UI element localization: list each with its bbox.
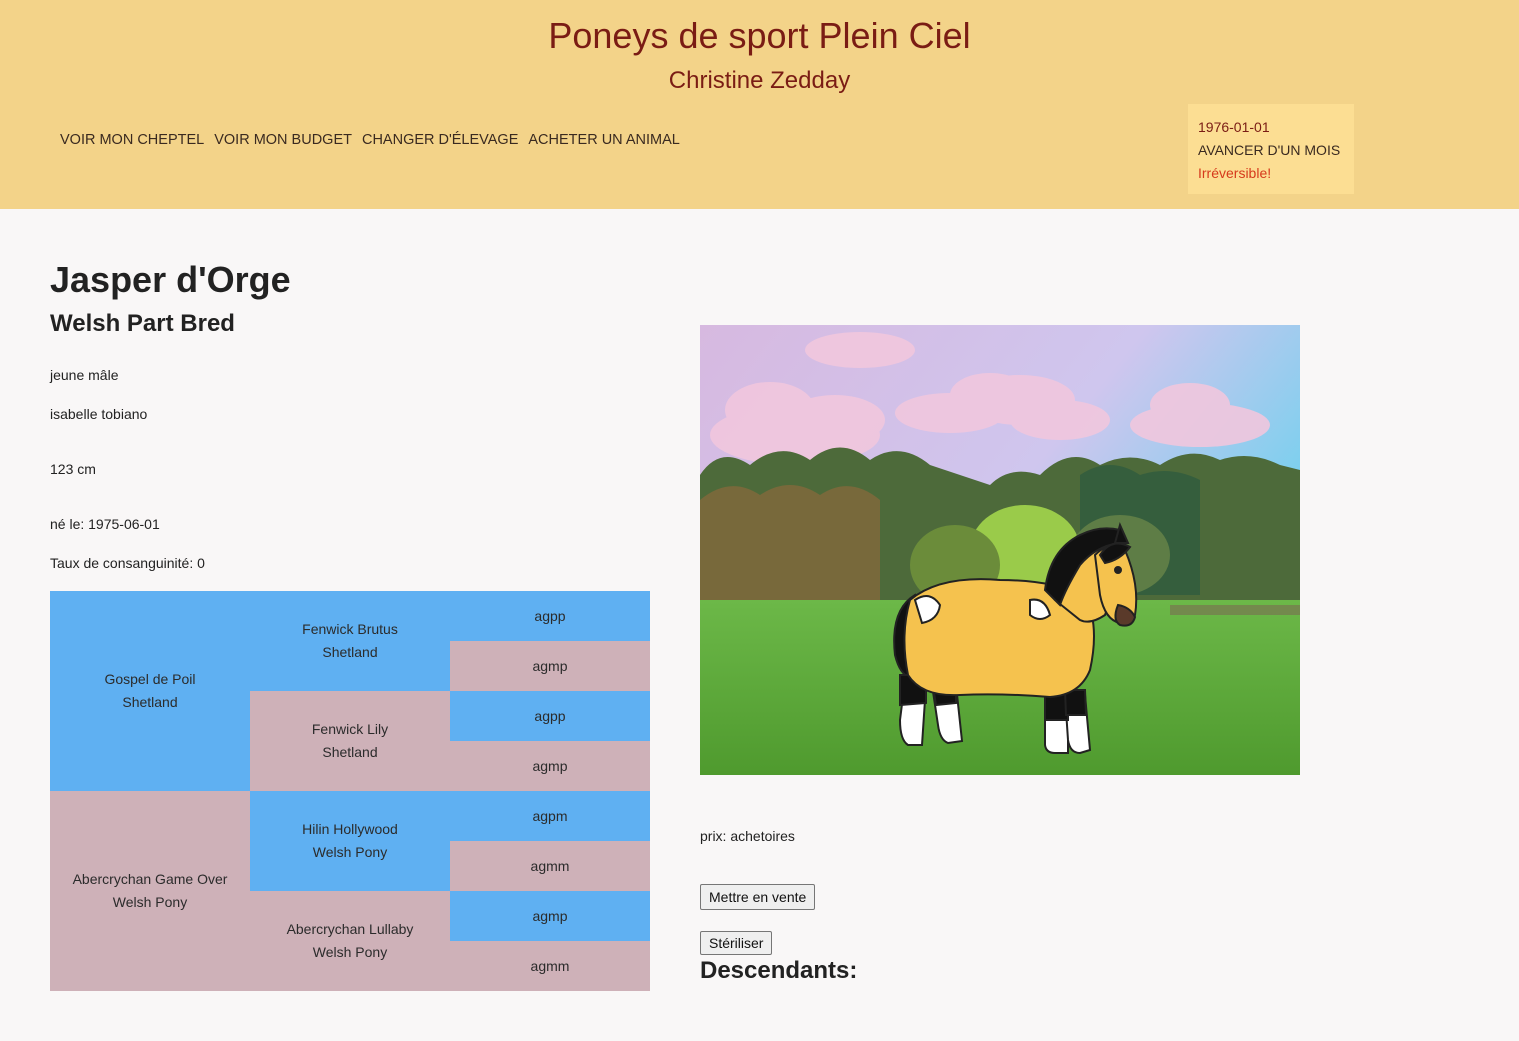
sire-name: Gospel de Poil <box>104 671 196 687</box>
dam-breed: Welsh Pony <box>112 894 188 910</box>
animal-age-sex: jeune mâle <box>50 367 119 383</box>
date-panel: 1976-01-01 AVANCER D'UN MOIS Irréversibl… <box>1188 104 1354 194</box>
put-on-sale-button[interactable]: Mettre en vente <box>700 884 816 910</box>
nav-view-budget[interactable]: VOIR MON BUDGET <box>214 132 352 148</box>
descendants-heading: Descendants: <box>700 957 858 984</box>
site-title: Poneys de sport Plein Ciel <box>548 15 971 56</box>
pedigree-grandparent: Abercrychan Lullaby Welsh Pony <box>250 891 450 991</box>
pony-photo <box>700 325 1300 775</box>
animal-name: Jasper d'Orge <box>50 259 291 300</box>
grandparent-breed: Welsh Pony <box>312 944 388 960</box>
animal-coat: isabelle tobiano <box>50 406 148 422</box>
animal-birth-date: né le: 1975-06-01 <box>50 516 160 532</box>
pedigree-great-grandparent: agpp <box>450 591 650 641</box>
nav-view-herd[interactable]: VOIR MON CHEPTEL <box>60 132 204 148</box>
sire-breed: Shetland <box>122 694 178 710</box>
grandparent-breed: Shetland <box>322 644 378 660</box>
grandparent-name: Fenwick Brutus <box>302 621 398 637</box>
pedigree-table: Gospel de Poil Shetland Abercrychan Game… <box>50 591 650 991</box>
dam-name: Abercrychan Game Over <box>72 871 228 887</box>
advance-month-link[interactable]: AVANCER D'UN MOIS <box>1198 139 1344 162</box>
nav-change-farm[interactable]: CHANGER D'ÉLEVAGE <box>362 132 518 148</box>
animal-breed: Welsh Part Bred <box>50 310 235 337</box>
current-date: 1976-01-01 <box>1198 119 1270 135</box>
animal-price: prix: achetoires <box>700 828 795 844</box>
pedigree-grandparent: Hilin Hollywood Welsh Pony <box>250 791 450 891</box>
grandparent-name: Hilin Hollywood <box>302 821 398 837</box>
pedigree-sire: Gospel de Poil Shetland <box>50 591 250 791</box>
pedigree-great-grandparent: agmm <box>450 841 650 891</box>
nav-buy-animal[interactable]: ACHETER UN ANIMAL <box>528 132 679 148</box>
grandparent-breed: Welsh Pony <box>312 844 388 860</box>
breeder-name: Christine Zedday <box>668 67 851 94</box>
pedigree-great-grandparent: agpp <box>450 691 650 741</box>
pedigree-great-grandparent: agpm <box>450 791 650 841</box>
pedigree-grandparent: Fenwick Brutus Shetland <box>250 591 450 691</box>
grandparent-breed: Shetland <box>322 744 378 760</box>
pedigree-dam: Abercrychan Game Over Welsh Pony <box>50 791 250 991</box>
animal-height: 123 cm <box>50 461 96 477</box>
site-header: Poneys de sport Plein Ciel Christine Zed… <box>0 0 1519 209</box>
pedigree-great-grandparent: agmp <box>450 891 650 941</box>
grandparent-name: Abercrychan Lullaby <box>286 921 414 937</box>
animal-inbreeding: Taux de consanguinité: 0 <box>50 555 205 571</box>
pedigree-grandparent: Fenwick Lily Shetland <box>250 691 450 791</box>
irreversible-warning: Irréversible! <box>1198 165 1272 181</box>
grandparent-name: Fenwick Lily <box>311 721 389 737</box>
pedigree-great-grandparent: agmm <box>450 941 650 991</box>
pedigree-great-grandparent: agmp <box>450 741 650 791</box>
sterilize-button[interactable]: Stériliser <box>700 931 773 955</box>
pedigree-great-grandparent: agmp <box>450 641 650 691</box>
main-nav: VOIR MON CHEPTEL VOIR MON BUDGET CHANGER… <box>60 132 680 148</box>
